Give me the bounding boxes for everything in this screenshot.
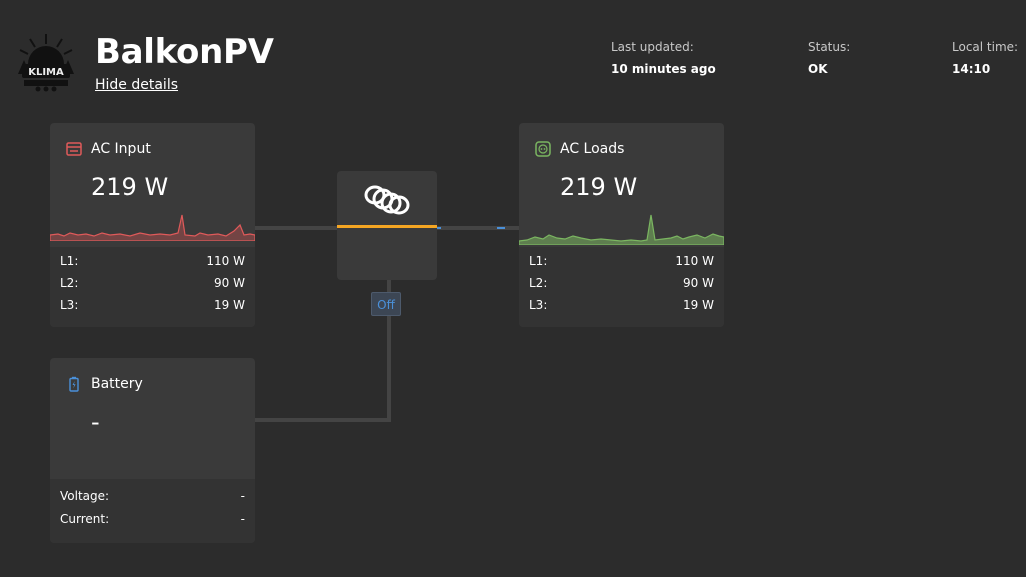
- battery-icon: [66, 376, 82, 392]
- ac-input-icon: [66, 141, 82, 157]
- row-value: 19 W: [214, 298, 245, 312]
- row-label: L3:: [529, 298, 548, 312]
- row-label: L3:: [60, 298, 79, 312]
- battery-value: -: [91, 408, 100, 436]
- victron-logo-icon: [359, 179, 415, 223]
- status-value: OK: [808, 62, 828, 76]
- ac-input-sparkline: [50, 214, 255, 241]
- row-label: L1:: [529, 254, 548, 268]
- last-updated-value: 10 minutes ago: [611, 62, 716, 76]
- row-label: L2:: [529, 276, 548, 290]
- row-value: 110 W: [206, 254, 245, 268]
- ac-loads-details: L1: 110 W L2: 90 W L3: 19 W: [519, 247, 724, 327]
- wire-inverter-switch: [387, 280, 391, 292]
- wire-switch-battery-horizontal: [255, 418, 391, 422]
- row-label: L2:: [60, 276, 79, 290]
- row-value: -: [240, 489, 245, 503]
- inverter-mode-button[interactable]: Off: [371, 292, 401, 316]
- ac-loads-title: AC Loads: [560, 141, 625, 157]
- status-label: Status:: [808, 40, 851, 54]
- battery-title: Battery: [91, 376, 143, 392]
- wire-inverter-loads: [437, 226, 519, 230]
- hide-details-link[interactable]: Hide details: [95, 77, 178, 93]
- ac-input-card[interactable]: AC Input 219 W L1: 110 W L2: 90 W L3: 19…: [50, 123, 255, 327]
- row-value: 90 W: [214, 276, 245, 290]
- row-label: Voltage:: [60, 489, 110, 503]
- row-label: Current:: [60, 512, 110, 526]
- ac-input-title: AC Input: [91, 141, 151, 157]
- inverter-status-line: [337, 225, 437, 228]
- local-time-label: Local time:: [952, 40, 1019, 54]
- row-value: 19 W: [683, 298, 714, 312]
- battery-card[interactable]: Battery - Voltage: - Current: -: [50, 358, 255, 543]
- wire-switch-battery-vertical: [387, 316, 391, 422]
- site-logo: KLIMA: [14, 30, 78, 94]
- last-updated-label: Last updated:: [611, 40, 694, 54]
- site-title: BalkonPV: [95, 32, 274, 72]
- ac-input-details: L1: 110 W L2: 90 W L3: 19 W: [50, 247, 255, 327]
- ac-loads-sparkline: [519, 214, 724, 245]
- local-time-value: 14:10: [952, 62, 991, 76]
- ac-input-power: 219 W: [91, 173, 169, 201]
- ac-loads-power: 219 W: [560, 173, 638, 201]
- battery-details: Voltage: - Current: -: [50, 479, 255, 543]
- row-value: -: [240, 512, 245, 526]
- inverter-card[interactable]: [337, 171, 437, 280]
- row-label: L1:: [60, 254, 79, 268]
- wire-input-inverter: [255, 226, 337, 230]
- ac-loads-card[interactable]: AC Loads 219 W L1: 110 W L2: 90 W L3: 19…: [519, 123, 724, 327]
- socket-icon: [535, 141, 551, 157]
- svg-text:KLIMA: KLIMA: [28, 67, 64, 78]
- row-value: 90 W: [683, 276, 714, 290]
- row-value: 110 W: [675, 254, 714, 268]
